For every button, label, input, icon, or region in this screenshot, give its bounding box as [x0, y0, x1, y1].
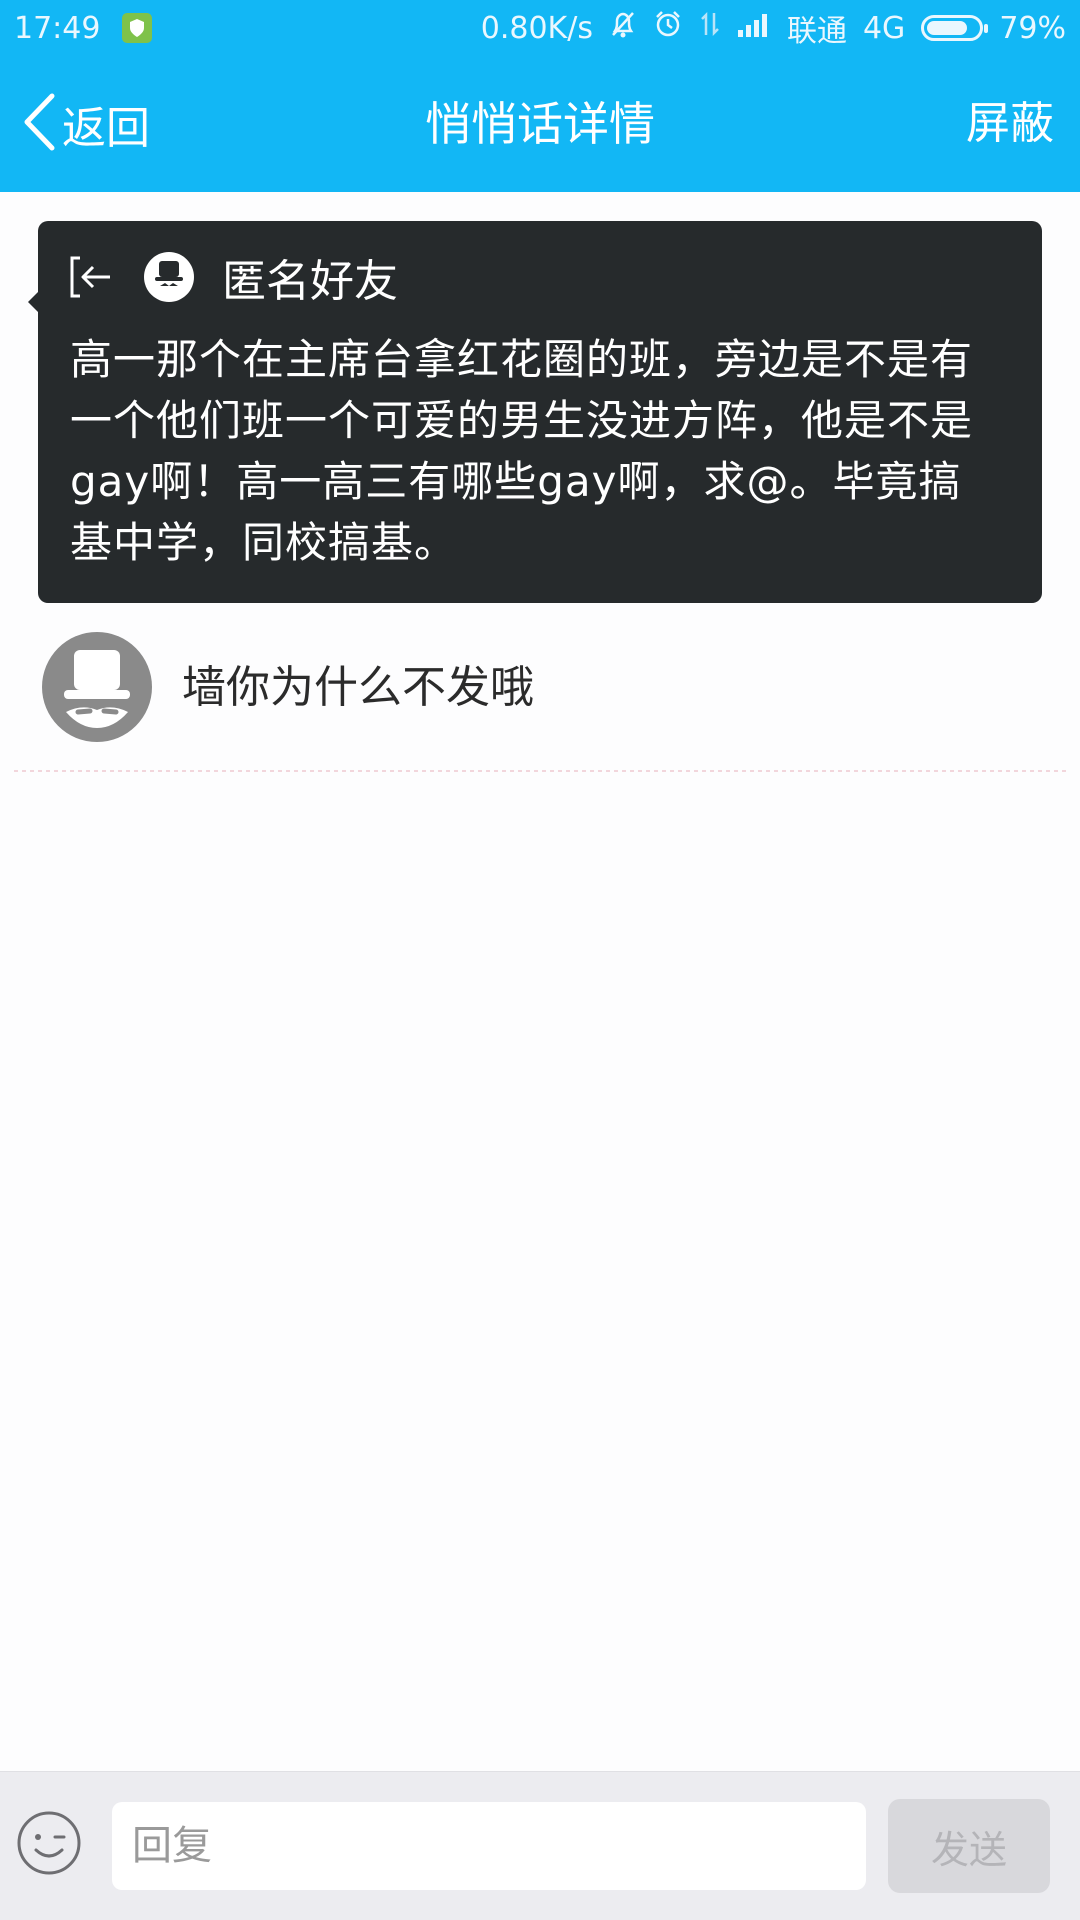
sender-name: 匿名好友 [222, 256, 398, 307]
status-time: 17:49 [14, 10, 101, 46]
alarm-icon [653, 9, 683, 47]
battery-icon [921, 15, 989, 41]
battery-fill [927, 21, 967, 35]
card-header: 匿名好友 [66, 249, 398, 307]
block-button[interactable]: 屏蔽 [966, 94, 1054, 154]
divider [14, 770, 1066, 772]
whisper-message: 高一那个在主席台拿红花圈的班，旁边是不是有一个他们班一个可爱的男生没进方阵，他是… [70, 335, 974, 567]
network-type: 4G [862, 10, 906, 46]
emoji-button[interactable] [16, 1810, 82, 1876]
status-right: 0.80K/s 联通 4G 79% [481, 6, 1080, 50]
reply-text: 墙你为什么不发哦 [182, 662, 534, 713]
send-button[interactable]: 发送 [888, 1799, 1050, 1893]
status-bar: 17:49 0.80K/s 联通 4G 79% [0, 0, 1080, 56]
data-transfer-icon [699, 9, 721, 47]
input-bar: 发送 [0, 1771, 1080, 1920]
card-pointer [28, 291, 39, 313]
signal-icon [737, 11, 771, 46]
carrier-label: 联通 [786, 14, 847, 49]
reply-row[interactable]: 墙你为什么不发哦 [0, 620, 1080, 770]
shield-icon [122, 13, 153, 43]
status-left: 17:49 [0, 10, 153, 46]
anonymous-avatar[interactable] [42, 632, 152, 742]
emoji-icon [17, 1811, 81, 1875]
page-title: 悄悄话详情 [425, 97, 655, 151]
bell-off-icon [609, 9, 637, 47]
exit-icon[interactable] [66, 252, 116, 302]
network-speed: 0.80K/s [480, 10, 593, 46]
anonymous-avatar-icon [144, 252, 194, 302]
whisper-card: 匿名好友 高一那个在主席台拿红花圈的班，旁边是不是有一个他们班一个可爱的男生没进… [28, 221, 1042, 603]
nav-bar: 返回 悄悄话详情 屏蔽 [0, 56, 1080, 192]
reply-input[interactable] [112, 1802, 866, 1890]
screen: 17:49 0.80K/s 联通 4G 79% 返回 悄悄话详情 屏蔽 匿名好友… [0, 0, 1080, 1920]
battery-level: 79% [999, 10, 1066, 46]
top-hat-mask-icon [64, 650, 130, 728]
